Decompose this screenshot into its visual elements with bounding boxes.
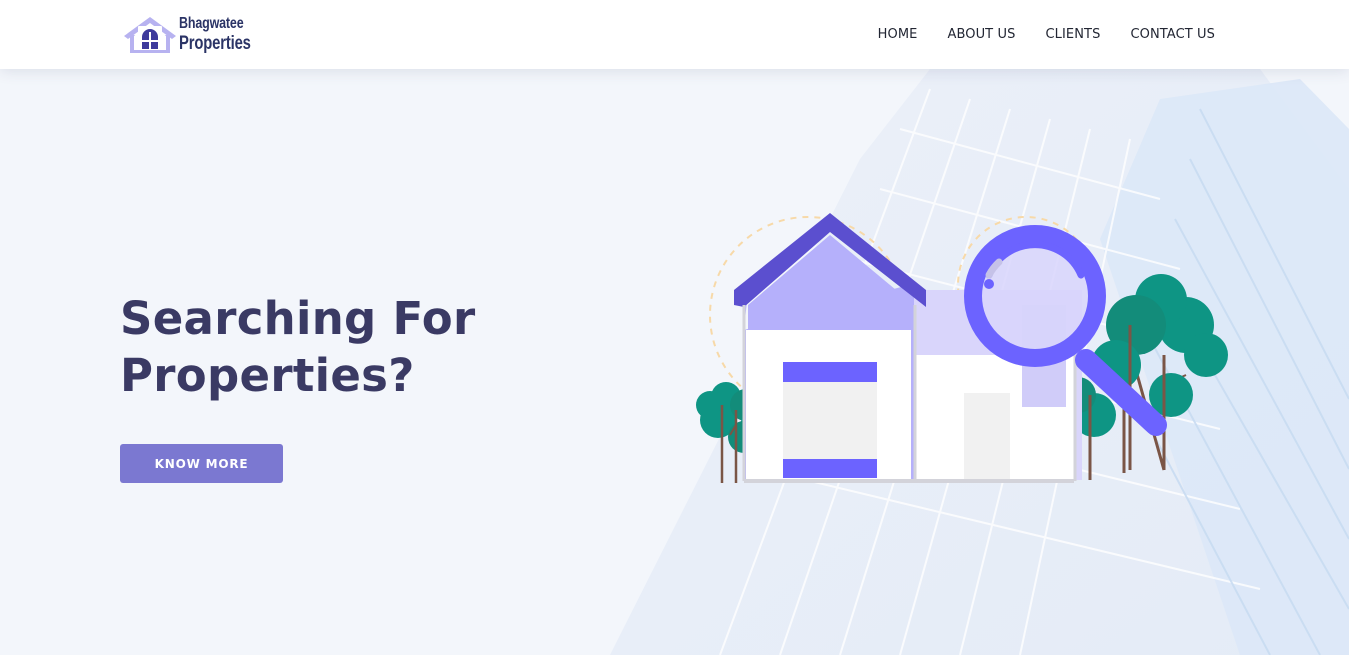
brand-name: Bhagwatee Properties bbox=[179, 14, 271, 54]
main-nav: HOME ABOUT US CLIENTS CONTACT US bbox=[848, 0, 1215, 69]
brand-name-line1: Bhagwatee bbox=[179, 15, 244, 32]
nav-contact-us[interactable]: CONTACT US bbox=[1130, 27, 1215, 42]
hero-title-line2: Properties? bbox=[120, 349, 415, 402]
brand-logo[interactable]: Bhagwatee Properties bbox=[122, 12, 262, 58]
nav-home[interactable]: HOME bbox=[878, 27, 918, 42]
hero-title: Searching For Properties? bbox=[120, 290, 475, 404]
hero-title-line1: Searching For bbox=[120, 292, 476, 345]
nav-clients[interactable]: CLIENTS bbox=[1045, 27, 1100, 42]
brand-name-line2: Properties bbox=[179, 33, 251, 54]
know-more-button[interactable]: KNOW MORE bbox=[120, 444, 283, 483]
nav-about-us[interactable]: ABOUT US bbox=[947, 27, 1015, 42]
house-icon bbox=[124, 17, 176, 53]
site-header: Bhagwatee Properties HOME ABOUT US CLIEN… bbox=[0, 0, 1349, 69]
page: Bhagwatee Properties HOME ABOUT US CLIEN… bbox=[0, 0, 1349, 655]
house-search-illustration bbox=[696, 213, 1228, 483]
